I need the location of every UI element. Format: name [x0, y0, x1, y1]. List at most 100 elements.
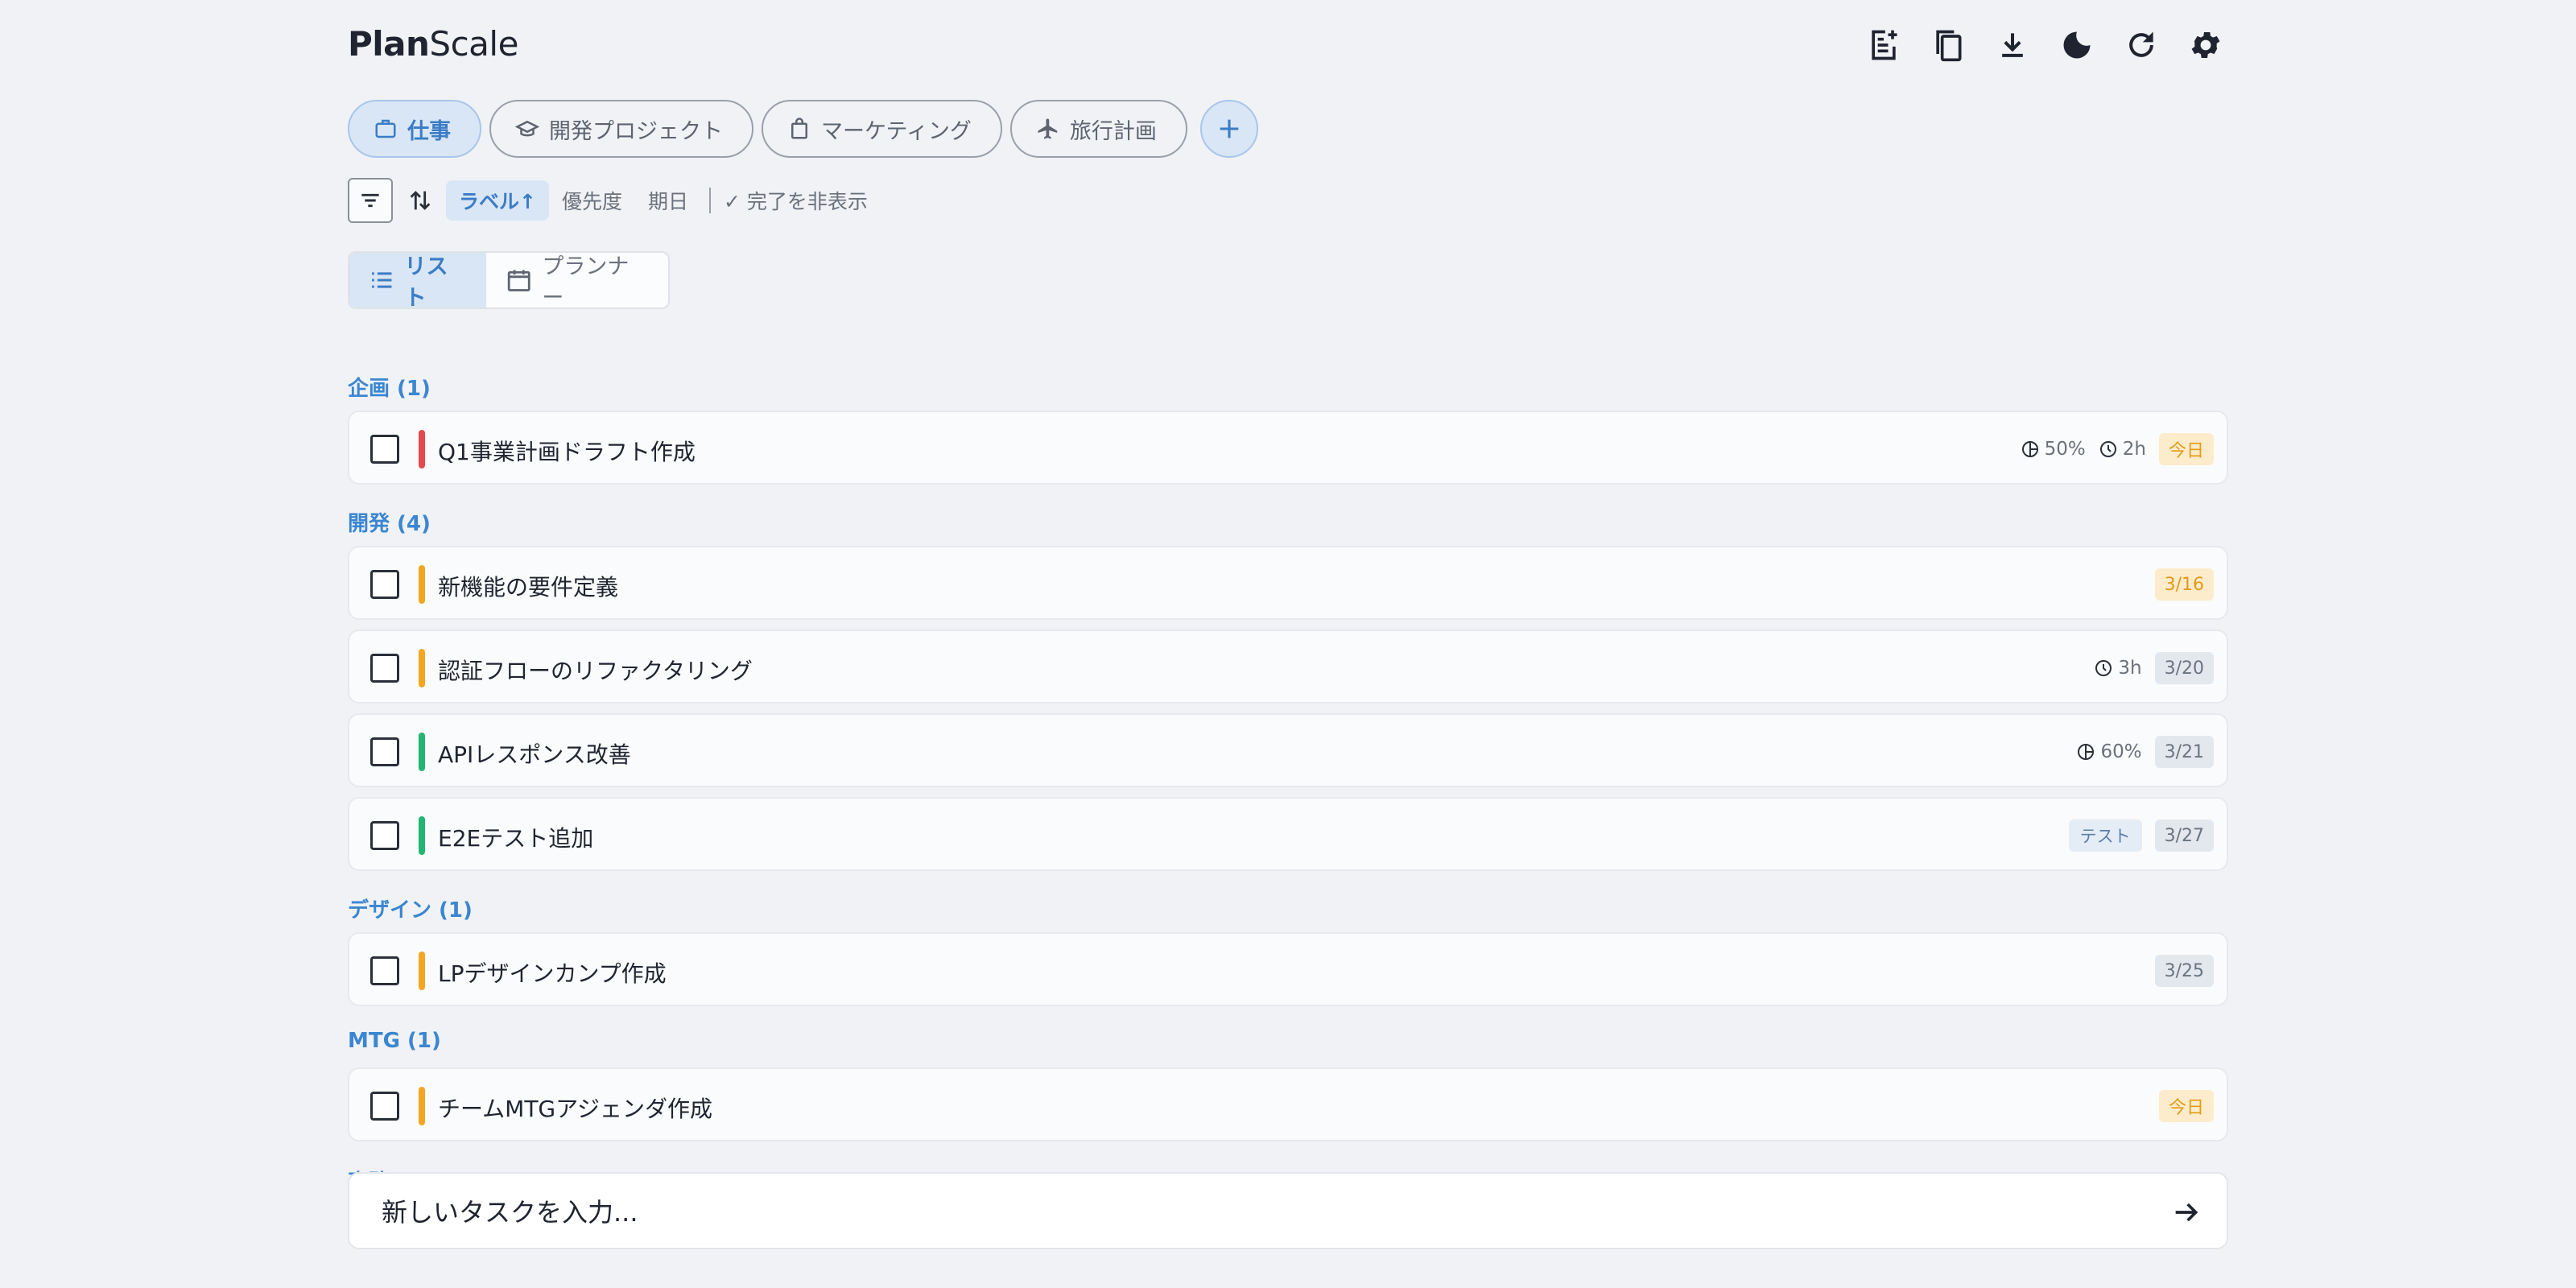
group-title-development[interactable]: 開発 (4) — [348, 507, 431, 537]
task-row[interactable]: Q1事業計画ドラフト作成 50% 2h 今日 — [348, 411, 2228, 485]
task-row[interactable]: APIレスポンス改善 60% 3/21 — [348, 713, 2228, 787]
task-title: チームMTGアジェンダ作成 — [438, 1096, 713, 1122]
priority-bar-medium — [419, 649, 425, 687]
header: PlanScale — [348, 19, 2228, 71]
task-checkbox[interactable] — [370, 956, 399, 985]
shopping-bag-icon — [791, 118, 807, 139]
priority-bar-high — [419, 430, 425, 469]
task-checkbox[interactable] — [370, 654, 399, 683]
task-meta: 今日 — [2158, 1088, 2214, 1124]
clock-icon — [2095, 660, 2112, 676]
filter-button[interactable] — [348, 178, 393, 223]
task-title: LPデザインカンプ作成 — [438, 960, 667, 987]
download-icon[interactable] — [1990, 23, 2035, 68]
group-title-planning[interactable]: 企画 (1) — [348, 372, 431, 402]
priority-bar-medium — [419, 1087, 425, 1125]
planner-view-button[interactable]: プランナー — [486, 253, 668, 308]
task-row[interactable]: 新機能の要件定義 3/16 — [348, 546, 2228, 620]
copy-icon[interactable] — [1926, 23, 1971, 68]
task-row[interactable]: 認証フローのリファクタリング 3h 3/20 — [348, 630, 2228, 704]
header-actions — [1861, 23, 2228, 68]
sort-direction-button[interactable] — [398, 178, 443, 223]
group-title-mtg[interactable]: MTG (1) — [348, 1029, 441, 1053]
progress-value: 60% — [2100, 741, 2142, 762]
time-value: 3h — [2118, 658, 2142, 679]
priority-bar-medium — [419, 565, 425, 604]
tab-work[interactable]: 仕事 — [348, 100, 481, 158]
add-task-button[interactable] — [2164, 1190, 2209, 1235]
task-title: E2Eテスト追加 — [438, 825, 594, 852]
logo-bold: Plan — [348, 24, 430, 64]
due-badge: 3/20 — [2154, 652, 2214, 684]
tab-travel[interactable]: 旅行計画 — [1009, 100, 1187, 158]
task-checkbox[interactable] — [370, 435, 399, 464]
airplane-icon — [1038, 118, 1058, 139]
task-meta: 3h 3/20 — [2094, 650, 2214, 686]
progress-indicator: 60% — [2076, 741, 2142, 762]
task-row[interactable]: チームMTGアジェンダ作成 今日 — [348, 1067, 2228, 1141]
note-add-icon[interactable] — [1861, 23, 1906, 68]
due-badge: 今日 — [2158, 433, 2214, 465]
logo-regular: Scale — [429, 24, 518, 64]
task-checkbox[interactable] — [370, 821, 399, 850]
task-meta: 50% 2h 今日 — [2021, 431, 2214, 467]
task-checkbox[interactable] — [370, 570, 399, 599]
plus-icon — [1220, 119, 1239, 138]
priority-bar-medium — [419, 952, 425, 990]
filter-bar: ラベル↑ 優先度 期日 ✓ 完了を非表示 — [348, 177, 868, 224]
time-value: 2h — [2122, 439, 2146, 460]
clock-icon — [2099, 441, 2116, 457]
sort-by-priority[interactable]: 優先度 — [549, 180, 635, 221]
priority-bar-low — [419, 816, 425, 855]
task-meta: 3/25 — [2154, 953, 2214, 989]
briefcase-icon — [375, 119, 396, 138]
list-view-label: リスト — [404, 254, 448, 309]
add-project-button[interactable] — [1199, 100, 1258, 158]
view-toggle: リスト プランナー — [348, 251, 670, 309]
task-title: 認証フローのリファクタリング — [438, 658, 753, 684]
project-tabs: 仕事 開発プロジェクト マーケティング 旅行計画 — [348, 100, 1258, 158]
divider — [708, 188, 711, 213]
task-row[interactable]: LPデザインカンプ作成 3/25 — [348, 932, 2228, 1006]
progress-indicator: 50% — [2021, 439, 2086, 460]
time-estimate: 2h — [2099, 439, 2146, 460]
task-title: APIレスポンス改善 — [438, 741, 631, 768]
due-badge: 3/21 — [2154, 736, 2214, 768]
tab-label: マーケティング — [821, 118, 972, 144]
group-title-design[interactable]: デザイン (1) — [348, 894, 473, 923]
graduation-cap-icon — [515, 120, 539, 137]
refresh-icon[interactable] — [2119, 23, 2164, 68]
tag-badge: テスト — [2068, 819, 2142, 852]
time-estimate: 3h — [2094, 658, 2142, 679]
tab-dev-project[interactable]: 開発プロジェクト — [489, 100, 753, 158]
tab-label: 開発プロジェクト — [549, 118, 723, 144]
tab-label: 旅行計画 — [1069, 118, 1157, 144]
calendar-icon — [507, 270, 530, 291]
task-checkbox[interactable] — [370, 737, 399, 766]
task-row[interactable]: E2Eテスト追加 テスト 3/27 — [348, 797, 2228, 871]
task-meta: 3/16 — [2154, 567, 2214, 602]
task-title: Q1事業計画ドラフト作成 — [438, 439, 696, 465]
arrow-right-icon — [2175, 1203, 2198, 1222]
due-badge: 3/25 — [2154, 955, 2214, 987]
tab-label: 仕事 — [407, 118, 451, 144]
progress-pie-icon — [2021, 441, 2038, 457]
hide-completed-toggle[interactable]: ✓ 完了を非表示 — [724, 186, 868, 215]
dark-mode-icon[interactable] — [2054, 23, 2099, 68]
list-view-button[interactable]: リスト — [349, 253, 486, 308]
tab-marketing[interactable]: マーケティング — [762, 100, 1002, 158]
task-meta: 60% 3/21 — [2076, 734, 2214, 770]
settings-icon[interactable] — [2183, 23, 2228, 68]
progress-pie-icon — [2078, 744, 2095, 760]
due-badge: 3/27 — [2154, 819, 2214, 852]
filter-icon — [361, 193, 379, 208]
new-task-input[interactable] — [382, 1190, 2136, 1235]
task-checkbox[interactable] — [370, 1092, 399, 1121]
sort-by-label[interactable]: ラベル↑ — [446, 180, 549, 221]
task-meta: テスト 3/27 — [2068, 818, 2214, 853]
due-badge: 今日 — [2158, 1090, 2214, 1122]
sort-by-due[interactable]: 期日 — [635, 180, 701, 221]
swap-vertical-icon — [410, 191, 431, 210]
priority-bar-low — [419, 733, 425, 771]
planner-view-label: プランナー — [542, 254, 630, 309]
